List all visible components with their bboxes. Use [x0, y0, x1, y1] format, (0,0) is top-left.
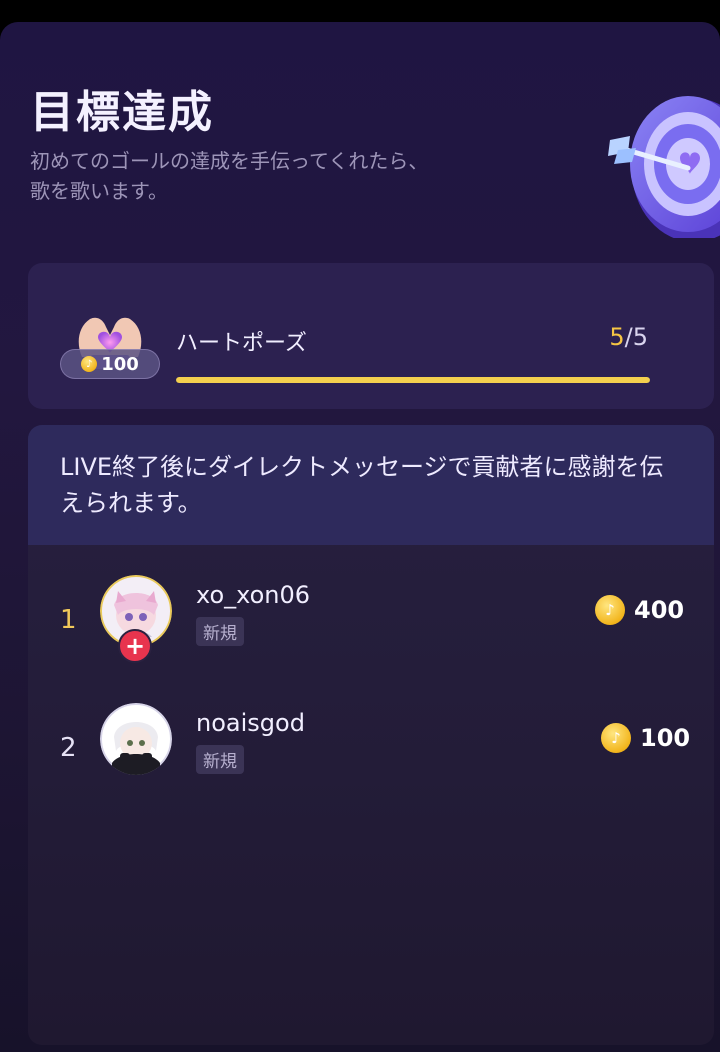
goal-progress-fill: [176, 377, 650, 383]
contributor-rank: 2: [60, 733, 77, 763]
contributor-username: xo_xon06: [196, 581, 311, 609]
contributors-card: LIVE終了後にダイレクトメッセージで貢献者に感謝を伝えられます。 1 + xo…: [28, 425, 714, 1045]
goal-target: 5: [632, 323, 648, 351]
goal-separator: /: [624, 323, 633, 351]
new-viewer-tag: 新規: [196, 745, 244, 774]
goal-panel: 目標達成 初めてのゴールの達成を手伝ってくれたら、歌を歌います。 ♪ 100 ハ…: [0, 22, 720, 1052]
tiktok-coin-icon: ♪: [595, 595, 625, 625]
gift-price: 100: [101, 353, 139, 375]
goal-progress-bar: [176, 377, 650, 383]
panel-subtitle: 初めてのゴールの達成を手伝ってくれたら、歌を歌います。: [30, 149, 429, 203]
contributors-note: LIVE終了後にダイレクトメッセージで貢献者に感謝を伝えられます。: [28, 425, 714, 545]
panel-title: 目標達成: [30, 87, 214, 138]
contributor-coins: 100: [640, 724, 691, 752]
gift-name: ハートポーズ: [176, 331, 307, 356]
contributor-row[interactable]: 2 noaisgod 新規 ♪ 100: [28, 703, 714, 803]
contributor-row[interactable]: 1 + xo_xon06 新規 ♪ 400: [28, 575, 714, 675]
contributor-coins: 400: [634, 596, 685, 624]
avatar[interactable]: [100, 703, 172, 775]
contributor-rank: 1: [60, 605, 77, 635]
goal-current: 5: [609, 323, 625, 351]
gift-price-badge: ♪ 100: [60, 349, 160, 379]
tiktok-coin-icon: ♪: [81, 356, 98, 372]
contributor-username: noaisgod: [196, 709, 305, 737]
tiktok-coin-icon: ♪: [601, 723, 631, 753]
goal-progress-count: 5/5: [609, 323, 648, 351]
new-viewer-tag: 新規: [196, 617, 244, 646]
goal-card[interactable]: ♪ 100 ハートポーズ 5/5: [28, 263, 714, 409]
follow-plus-icon[interactable]: +: [118, 629, 152, 663]
target-arrow-icon: [608, 96, 720, 238]
